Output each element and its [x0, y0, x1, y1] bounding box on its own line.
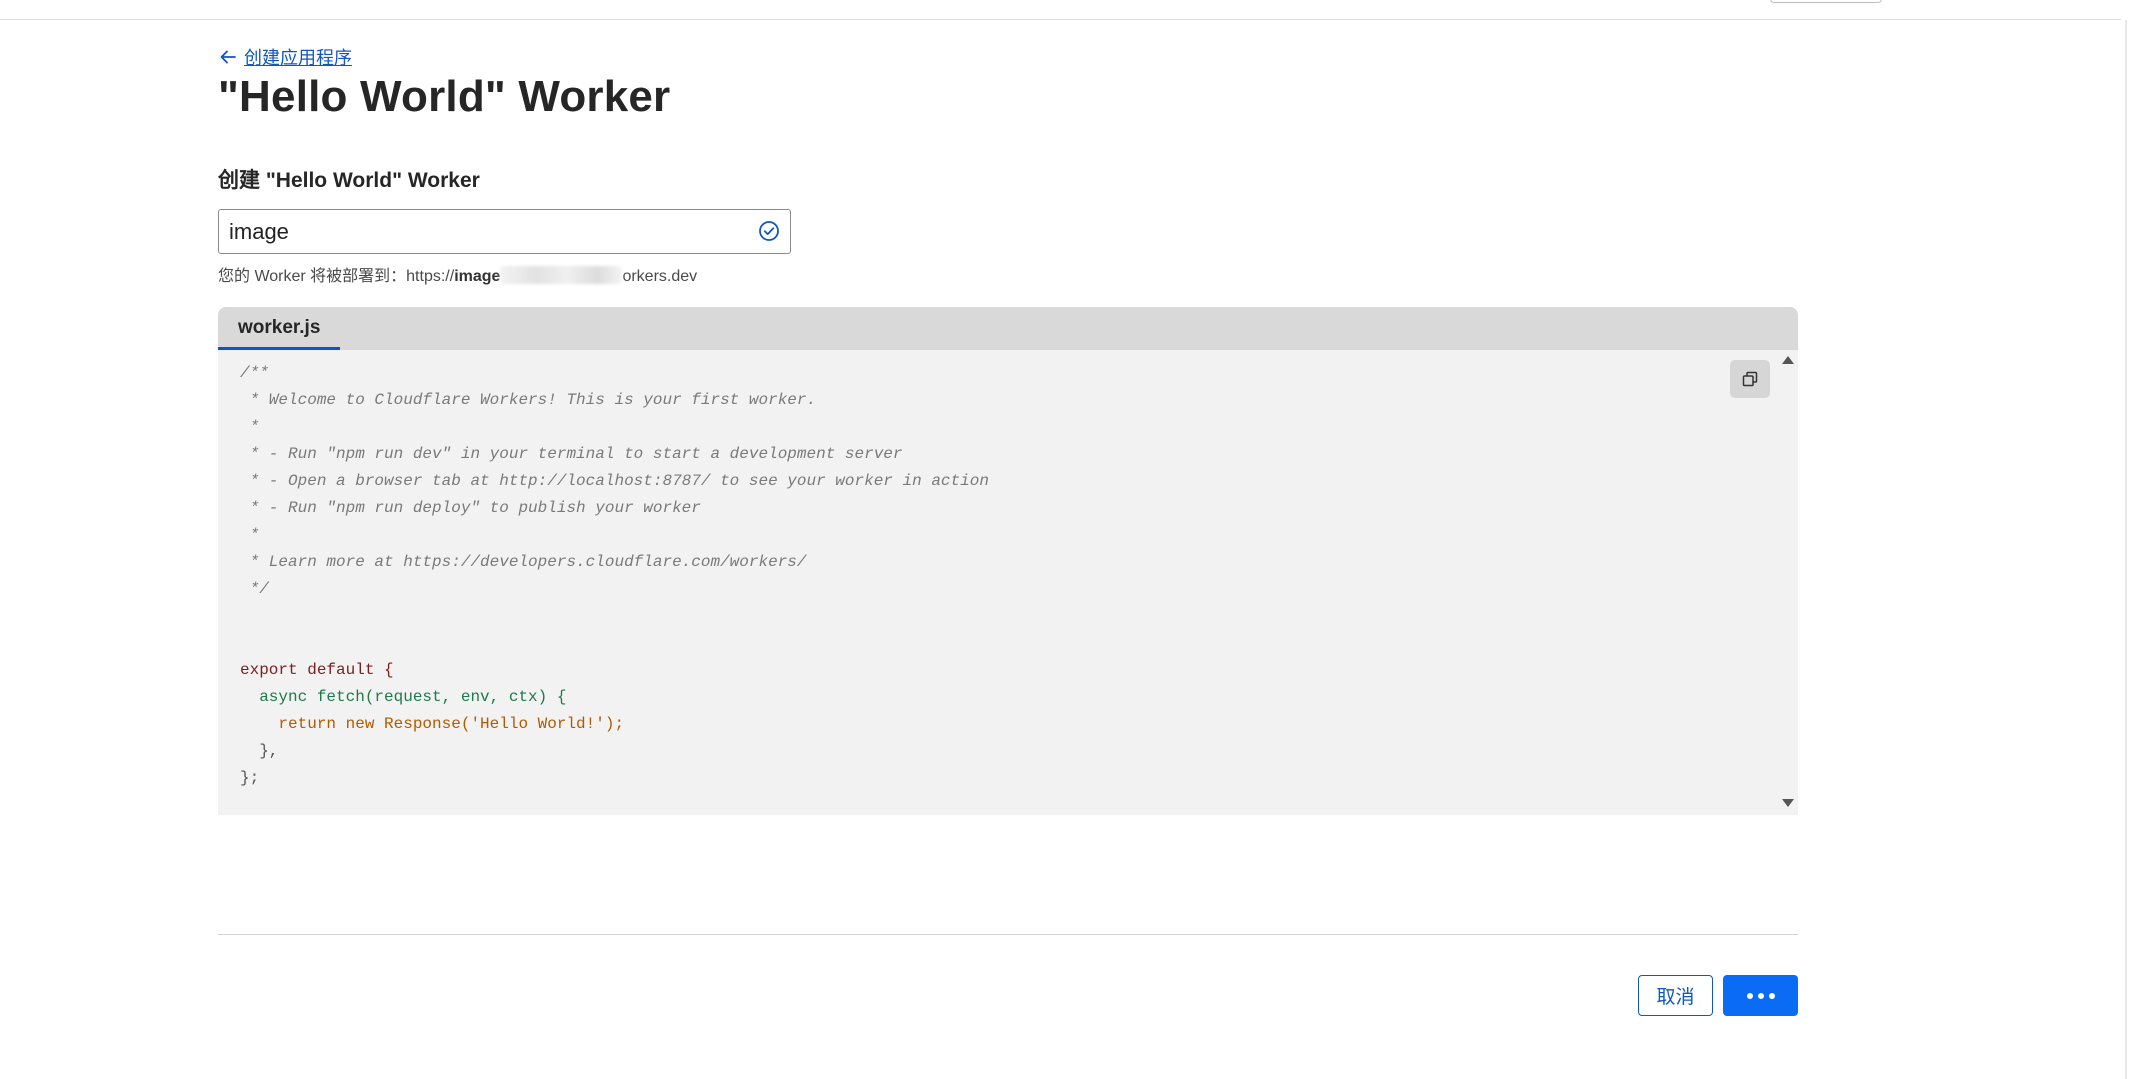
- code-line: },: [240, 742, 279, 760]
- section-title: 创建 "Hello World" Worker: [218, 169, 480, 192]
- back-link[interactable]: 创建应用程序: [218, 44, 352, 70]
- code-line: export default {: [240, 661, 394, 679]
- worker-name-field[interactable]: [218, 209, 791, 254]
- editor-tab-bar: worker.js: [218, 307, 1798, 350]
- more-dots-icon: [1746, 992, 1753, 999]
- page-title: "Hello World" Worker: [218, 72, 671, 121]
- top-button-partial[interactable]: [1770, 0, 1882, 3]
- editor-body[interactable]: /** * Welcome to Cloudflare Workers! Thi…: [218, 350, 1798, 815]
- code-line: *: [240, 526, 260, 544]
- code-line: /**: [240, 364, 269, 382]
- arrow-left-icon: [220, 50, 236, 64]
- deploy-hint-prefix: 您的 Worker 将被部署到：https://: [218, 268, 455, 285]
- redacted-text: [500, 266, 623, 284]
- scroll-up-arrow-icon[interactable]: [1782, 356, 1794, 364]
- code-line: async fetch(request, env, ctx) {: [240, 688, 567, 706]
- code-line: *: [240, 418, 260, 436]
- footer-divider: [218, 934, 1798, 935]
- back-link-label[interactable]: 创建应用程序: [244, 44, 352, 70]
- page-scrollbar[interactable]: [2121, 0, 2132, 1079]
- copy-icon: [1742, 371, 1758, 387]
- more-dots-icon: [1768, 992, 1775, 999]
- copy-code-button[interactable]: [1730, 360, 1770, 398]
- code-line: * - Open a browser tab at http://localho…: [240, 472, 989, 490]
- worker-name-input[interactable]: [219, 210, 739, 253]
- code-line: * Welcome to Cloudflare Workers! This is…: [240, 391, 817, 409]
- deploy-button[interactable]: [1723, 975, 1798, 1016]
- deploy-hint-suffix: orkers.dev: [622, 268, 698, 285]
- cancel-button[interactable]: 取消: [1638, 975, 1713, 1016]
- code-line: };: [240, 769, 260, 787]
- top-divider: [0, 19, 2132, 20]
- code-editor: worker.js /** * Welcome to Cloudflare Wo…: [218, 307, 1798, 815]
- code-content[interactable]: /** * Welcome to Cloudflare Workers! Thi…: [240, 360, 989, 792]
- tab-worker-js[interactable]: worker.js: [218, 307, 341, 350]
- check-circle-icon: [759, 221, 779, 241]
- code-line: * - Run "npm run dev" in your terminal t…: [240, 445, 903, 463]
- code-line: */: [240, 580, 269, 598]
- page: 创建应用程序 "Hello World" Worker 创建 "Hello Wo…: [0, 0, 2132, 1079]
- code-line: * Learn more at https://developers.cloud…: [240, 553, 807, 571]
- more-dots-icon: [1757, 992, 1764, 999]
- code-line: return new Response('Hello World!');: [240, 715, 625, 733]
- deploy-url-hint: 您的 Worker 将被部署到：https://image orkers.dev: [218, 262, 697, 286]
- deploy-hint-host: image: [454, 268, 501, 285]
- code-line: * - Run "npm run deploy" to publish your…: [240, 499, 701, 517]
- scroll-down-arrow-icon[interactable]: [1782, 799, 1794, 807]
